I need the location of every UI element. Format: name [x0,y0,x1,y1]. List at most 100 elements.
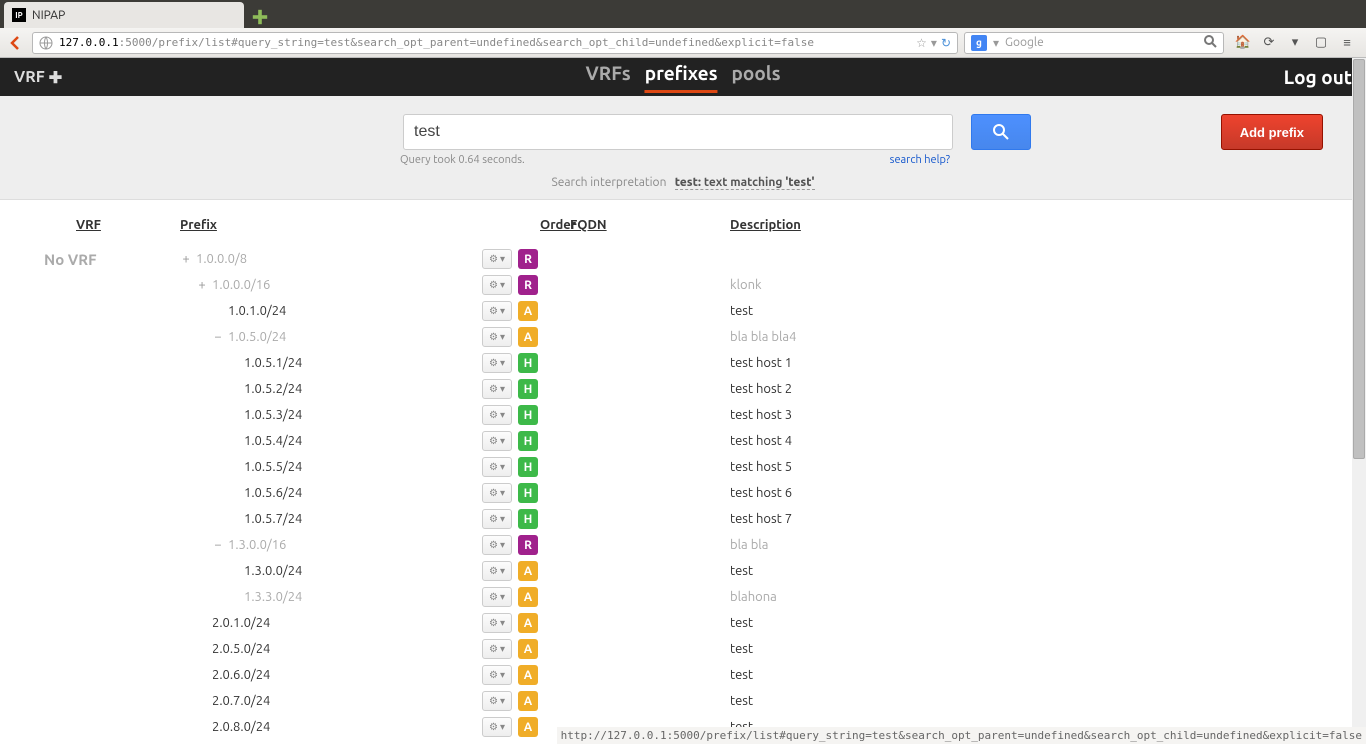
prefix-search-input[interactable] [403,114,953,150]
prefix-text[interactable]: 2.0.6.0/24 [212,668,270,682]
new-tab-button[interactable] [246,6,274,28]
row-actions-button[interactable]: ⚙▾ [482,665,512,685]
row-actions-button[interactable]: ⚙▾ [482,535,512,555]
add-prefix-button[interactable]: Add prefix [1221,114,1323,150]
row-actions-button[interactable]: ⚙▾ [482,509,512,529]
prefix-text[interactable]: 1.0.5.5/24 [244,460,302,474]
bookmark-star-icon[interactable]: ☆ [916,36,927,50]
nav-pools[interactable]: pools [732,62,781,93]
scrollbar[interactable] [1352,58,1366,738]
cell-description: test host 6 [730,486,1326,500]
row-actions-button[interactable]: ⚙▾ [482,379,512,399]
search-icon[interactable] [1203,34,1217,51]
row-actions-button[interactable]: ⚙▾ [482,405,512,425]
search-button[interactable] [971,114,1031,150]
prefix-text[interactable]: 2.0.1.0/24 [212,616,270,630]
row-actions-button[interactable]: ⚙▾ [482,327,512,347]
row-actions-button[interactable]: ⚙▾ [482,353,512,373]
prefix-row[interactable]: 1.0.1.0/24⚙▾Atest [40,298,1326,324]
prefix-row[interactable]: 2.0.1.0/24⚙▾Atest [40,610,1326,636]
header-prefix[interactable]: Prefix [180,218,480,232]
nav-prefixes[interactable]: prefixes [645,62,718,93]
prefix-text[interactable]: 1.0.5.3/24 [244,408,302,422]
logout-link[interactable]: Log out [1284,66,1352,88]
prefix-text[interactable]: 2.0.7.0/24 [212,694,270,708]
nav-vrfs[interactable]: VRFs [585,62,630,93]
url-bar[interactable]: 127.0.0.1:5000/prefix/list#query_string=… [32,32,958,54]
row-actions-button[interactable]: ⚙▾ [482,561,512,581]
cell-description: test [730,668,1326,682]
prefix-row[interactable]: 1.3.0.0/24⚙▾Atest [40,558,1326,584]
prefix-text[interactable]: 1.0.5.2/24 [244,382,302,396]
prefix-row[interactable]: 2.0.5.0/24⚙▾Atest [40,636,1326,662]
browser-tab[interactable]: IP NIPAP [4,2,244,28]
cell-description: test host 4 [730,434,1326,448]
prefix-text[interactable]: 1.0.5.1/24 [244,356,302,370]
prefix-text[interactable]: 2.0.5.0/24 [212,642,270,656]
prefix-row[interactable]: −1.0.5.0/24⚙▾Abla bla bla4 [40,324,1326,350]
prefix-row[interactable]: 2.0.6.0/24⚙▾Atest [40,662,1326,688]
row-actions-button[interactable]: ⚙▾ [482,613,512,633]
row-actions-button[interactable]: ⚙▾ [482,431,512,451]
sync-icon[interactable]: ⟳ [1260,34,1278,52]
row-actions-button[interactable]: ⚙▾ [482,691,512,711]
scrollbar-thumb[interactable] [1353,59,1365,459]
row-actions-button[interactable]: ⚙▾ [482,457,512,477]
android-icon[interactable]: ▢ [1312,34,1330,52]
prefix-text[interactable]: 1.3.0.0/24 [244,564,302,578]
header-vrf[interactable]: VRF [40,218,180,232]
cell-order: ⚙▾H [480,379,570,399]
prefix-row[interactable]: 1.0.5.2/24⚙▾Htest host 2 [40,376,1326,402]
dropdown-icon[interactable]: ▾ [931,36,937,50]
prefix-text[interactable]: 1.3.0.0/16 [228,538,286,552]
prefix-row[interactable]: 1.0.5.6/24⚙▾Htest host 6 [40,480,1326,506]
row-actions-button[interactable]: ⚙▾ [482,639,512,659]
dropdown-icon[interactable]: ▾ [993,36,999,50]
expand-toggle[interactable]: + [196,278,208,292]
prefix-row[interactable]: 2.0.7.0/24⚙▾Atest [40,688,1326,714]
reload-icon[interactable]: ↻ [941,36,951,50]
expand-toggle[interactable]: − [212,538,224,552]
browser-search-bar[interactable]: g ▾ Google [964,32,1224,54]
row-actions-button[interactable]: ⚙▾ [482,717,512,737]
cell-description: test host 5 [730,460,1326,474]
prefix-text[interactable]: 2.0.8.0/24 [212,720,270,734]
prefix-text[interactable]: 1.0.5.0/24 [228,330,286,344]
home-icon[interactable]: 🏠 [1234,34,1252,52]
menu-icon[interactable]: ≡ [1338,34,1356,52]
expand-toggle[interactable]: − [212,330,224,344]
row-actions-button[interactable]: ⚙▾ [482,249,512,269]
prefix-text[interactable]: 1.0.1.0/24 [228,304,286,318]
chevron-down-icon: ▾ [500,487,505,499]
header-description[interactable]: Description [730,218,1326,232]
back-button[interactable] [6,33,26,53]
row-actions-button[interactable]: ⚙▾ [482,587,512,607]
plus-icon: ✚ [49,68,62,87]
prefix-row[interactable]: No VRF+1.0.0.0/8⚙▾R [40,246,1326,272]
prefix-text[interactable]: 1.0.0.0/16 [212,278,270,292]
prefix-text[interactable]: 1.0.5.4/24 [244,434,302,448]
expand-toggle[interactable]: + [180,252,192,266]
type-badge: R [518,249,538,269]
prefix-row[interactable]: 1.0.5.5/24⚙▾Htest host 5 [40,454,1326,480]
prefix-row[interactable]: 1.3.3.0/24⚙▾Ablahona [40,584,1326,610]
header-fqdn[interactable]: FQDN [570,218,730,232]
prefix-text[interactable]: 1.0.5.6/24 [244,486,302,500]
header-order[interactable]: Order [480,218,570,232]
prefix-row[interactable]: 1.0.5.7/24⚙▾Htest host 7 [40,506,1326,532]
prefix-text[interactable]: 1.0.5.7/24 [244,512,302,526]
prefix-row[interactable]: 1.0.5.3/24⚙▾Htest host 3 [40,402,1326,428]
prefix-text[interactable]: 1.3.3.0/24 [244,590,302,604]
prefix-row[interactable]: −1.3.0.0/16⚙▾Rbla bla [40,532,1326,558]
vrf-add[interactable]: VRF ✚ [14,68,62,87]
prefix-row[interactable]: 1.0.5.4/24⚙▾Htest host 4 [40,428,1326,454]
search-help-link[interactable]: search help? [890,154,950,166]
row-actions-button[interactable]: ⚙▾ [482,483,512,503]
cell-order: ⚙▾A [480,301,570,321]
prefix-row[interactable]: +1.0.0.0/16⚙▾Rklonk [40,272,1326,298]
prefix-row[interactable]: 1.0.5.1/24⚙▾Htest host 1 [40,350,1326,376]
row-actions-button[interactable]: ⚙▾ [482,301,512,321]
dropdown-icon[interactable]: ▾ [1286,34,1304,52]
row-actions-button[interactable]: ⚙▾ [482,275,512,295]
prefix-text[interactable]: 1.0.0.0/8 [196,252,247,266]
